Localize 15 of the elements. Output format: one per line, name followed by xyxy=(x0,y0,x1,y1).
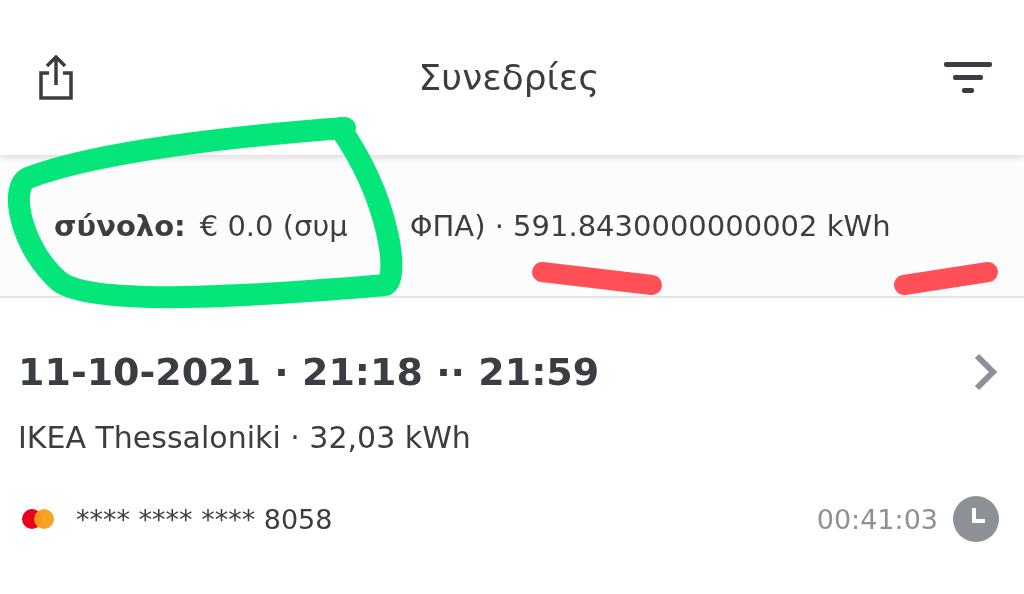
session-duration: 00:41:03 xyxy=(816,503,938,535)
total-amount: € 0.0 (συμ xyxy=(199,208,348,243)
screen-title: Συνεδρίες xyxy=(418,57,600,98)
session-location: IKEA Thessaloniki xyxy=(18,420,281,455)
clock-icon xyxy=(952,495,1000,543)
filter-icon xyxy=(944,61,992,94)
card-number: **** **** **** 8058 xyxy=(76,503,334,535)
session-energy: · 32,03 kWh xyxy=(289,420,471,455)
total-energy: ΦΠΑ) · 591.8430000000002 kWh xyxy=(409,208,891,243)
chevron-right-icon[interactable] xyxy=(972,352,1000,392)
share-icon xyxy=(38,54,74,101)
filter-button[interactable] xyxy=(944,61,992,94)
total-label: σύνολο: xyxy=(54,208,186,243)
session-datetime: 11-10-2021 · 21:18 ·· 21:59 xyxy=(18,350,600,394)
share-button[interactable] xyxy=(38,54,74,101)
